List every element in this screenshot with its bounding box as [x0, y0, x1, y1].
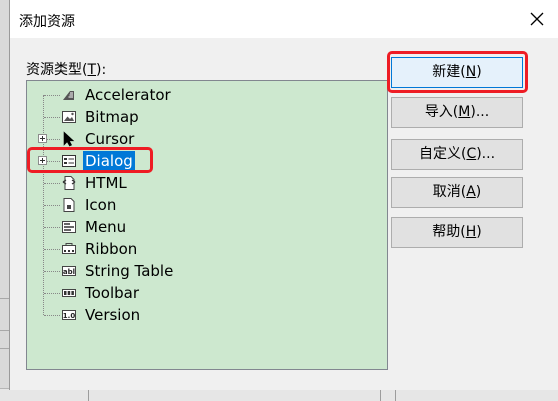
dialog-icon — [62, 155, 76, 167]
tree-item-dialog[interactable]: Dialog — [27, 150, 367, 172]
resource-type-tree[interactable]: Accelerator Bitmap Cursor Dialog HTML Ic… — [26, 80, 388, 370]
help-button[interactable]: 帮助(H) — [391, 217, 523, 248]
tree-item-version[interactable]: 1.0 Version — [27, 304, 367, 326]
tree-item-ribbon[interactable]: Ribbon — [27, 238, 367, 260]
html-icon — [62, 176, 76, 190]
close-icon — [530, 12, 544, 26]
svg-text:abl: abl — [63, 268, 75, 276]
menu-icon — [62, 221, 76, 233]
expand-cursor-toggle[interactable] — [38, 134, 47, 143]
dialog-title-bar: 添加资源 — [10, 0, 558, 38]
tree-item-icon[interactable]: Icon — [27, 194, 367, 216]
add-resource-dialog: 添加资源 资源类型(T): Accelerator Bitmap Cursor … — [9, 0, 558, 390]
icon-resource-icon — [63, 198, 75, 212]
string-table-icon: abl — [62, 266, 76, 276]
tree-item-string-table[interactable]: abl String Table — [27, 260, 367, 282]
tree-item-accelerator[interactable]: Accelerator — [27, 84, 367, 106]
tree-item-cursor[interactable]: Cursor — [27, 128, 367, 150]
tree-item-html[interactable]: HTML — [27, 172, 367, 194]
tree-item-menu[interactable]: Menu — [27, 216, 367, 238]
background-divider — [0, 330, 9, 331]
resource-type-label: 资源类型(T): — [26, 62, 107, 78]
background-divider — [0, 298, 9, 299]
cancel-button[interactable]: 取消(A) — [391, 177, 523, 208]
new-button[interactable]: 新建(N) — [391, 57, 523, 88]
version-icon: 1.0 — [62, 310, 76, 320]
tree-item-bitmap[interactable]: Bitmap — [27, 106, 367, 128]
custom-button[interactable]: 自定义(C)... — [391, 139, 523, 170]
import-button[interactable]: 导入(M)... — [391, 97, 523, 128]
dialog-title: 添加资源 — [19, 14, 75, 30]
ribbon-icon — [62, 243, 76, 254]
expand-dialog-toggle[interactable] — [38, 156, 47, 165]
close-button[interactable] — [525, 8, 549, 30]
svg-text:1.0: 1.0 — [63, 312, 76, 320]
background-divider — [0, 348, 9, 349]
cursor-icon — [63, 131, 75, 147]
tree-item-toolbar[interactable]: Toolbar — [27, 282, 367, 304]
accelerator-icon — [63, 91, 74, 100]
bitmap-icon — [62, 111, 76, 123]
toolbar-icon — [62, 289, 76, 297]
